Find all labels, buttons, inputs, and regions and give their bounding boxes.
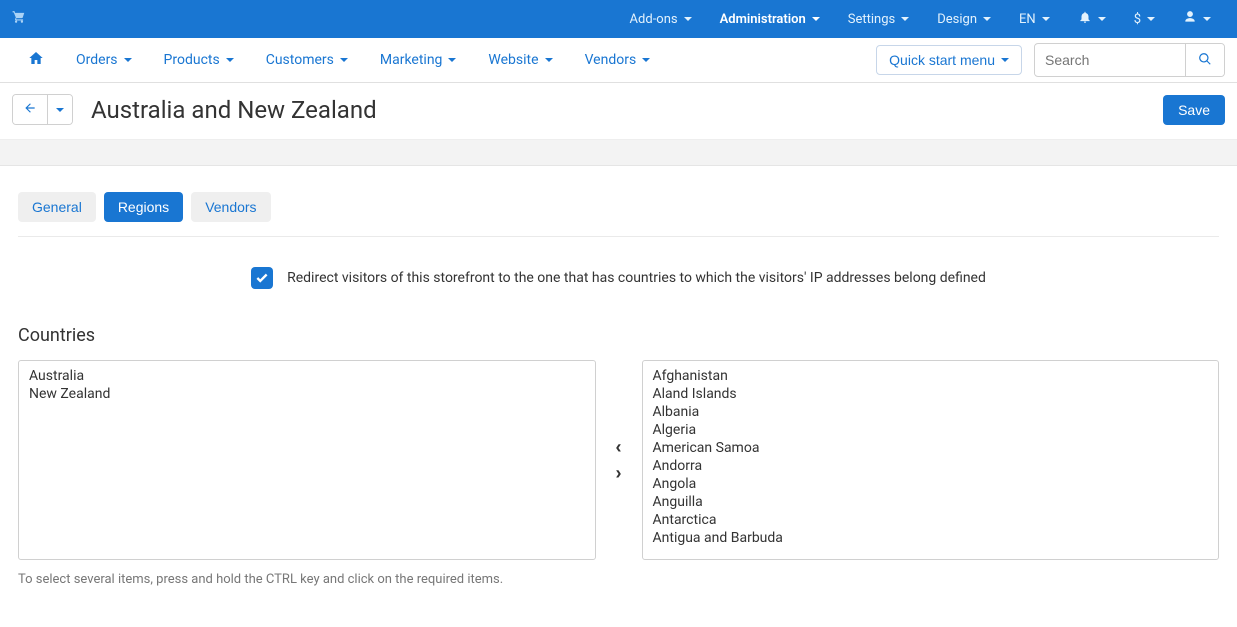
country-option[interactable]: Angola — [651, 475, 1211, 493]
nav-label: Website — [488, 52, 538, 68]
selected-countries-list[interactable]: AustraliaNew Zealand — [18, 360, 596, 560]
nav-customers[interactable]: Customers — [250, 38, 364, 82]
country-option[interactable]: Andorra — [651, 457, 1211, 475]
available-countries-list[interactable]: AfghanistanAland IslandsAlbaniaAlgeriaAm… — [642, 360, 1220, 560]
back-dropdown[interactable] — [47, 95, 72, 124]
redirect-checkbox[interactable] — [251, 267, 273, 289]
divider — [18, 236, 1219, 237]
caret-down-icon — [340, 58, 348, 62]
topbar: Add-ons Administration Settings Design E… — [0, 0, 1237, 38]
main-navbar: Orders Products Customers Marketing Webs… — [0, 38, 1237, 83]
nav-label: Customers — [266, 52, 334, 68]
country-option[interactable]: Albania — [651, 403, 1211, 421]
top-design[interactable]: Design — [923, 0, 1005, 38]
top-settings[interactable]: Settings — [834, 0, 923, 38]
caret-down-icon — [812, 17, 820, 21]
nav-label: Marketing — [380, 52, 443, 68]
nav-home[interactable] — [12, 38, 60, 82]
country-option[interactable]: Australia — [27, 367, 587, 385]
redirect-row: Redirect visitors of this storefront to … — [18, 267, 1219, 289]
nav-label: Vendors — [585, 52, 637, 68]
countries-hint: To select several items, press and hold … — [18, 572, 1219, 587]
top-administration[interactable]: Administration — [706, 0, 834, 38]
redirect-text: Redirect visitors of this storefront to … — [287, 270, 986, 286]
caret-down-icon — [56, 108, 64, 112]
caret-down-icon — [684, 17, 692, 21]
caret-down-icon — [1042, 17, 1050, 21]
countries-section-title: Countries — [18, 325, 1219, 346]
caret-down-icon — [642, 58, 650, 62]
caret-down-icon — [1001, 58, 1009, 62]
country-option[interactable]: Afghanistan — [651, 367, 1211, 385]
content: General Regions Vendors Redirect visitor… — [0, 166, 1237, 627]
title-bar: Australia and New Zealand Save — [0, 83, 1237, 140]
top-label: $ — [1134, 12, 1141, 27]
move-right-button[interactable]: › — [610, 462, 628, 484]
nav-website[interactable]: Website — [472, 38, 568, 82]
caret-down-icon — [901, 17, 909, 21]
home-icon — [28, 50, 44, 70]
search-button[interactable] — [1185, 44, 1224, 76]
bell-icon — [1078, 10, 1092, 28]
caret-down-icon — [448, 58, 456, 62]
topbar-menu: Add-ons Administration Settings Design E… — [616, 0, 1225, 38]
top-label: Add-ons — [630, 12, 678, 27]
search-icon — [1198, 52, 1212, 69]
nav-label: Products — [164, 52, 220, 68]
back-button-group — [12, 94, 73, 125]
cart-icon[interactable] — [12, 10, 26, 28]
countries-dual-list: AustraliaNew Zealand ‹ › AfghanistanAlan… — [18, 360, 1219, 560]
back-button[interactable] — [13, 95, 47, 124]
nav-marketing[interactable]: Marketing — [364, 38, 473, 82]
nav-orders[interactable]: Orders — [60, 38, 148, 82]
nav-label: Orders — [76, 52, 118, 68]
caret-down-icon — [124, 58, 132, 62]
gray-band — [0, 140, 1237, 166]
caret-down-icon — [1147, 17, 1155, 21]
caret-down-icon — [983, 17, 991, 21]
country-option[interactable]: Aland Islands — [651, 385, 1211, 403]
search-input[interactable] — [1035, 45, 1185, 75]
country-option[interactable]: Antarctica — [651, 511, 1211, 529]
country-option[interactable]: American Samoa — [651, 439, 1211, 457]
arrow-left-icon — [23, 101, 37, 118]
top-language[interactable]: EN — [1005, 0, 1064, 38]
top-label: EN — [1019, 12, 1036, 27]
nav-vendors[interactable]: Vendors — [569, 38, 667, 82]
tab-regions[interactable]: Regions — [104, 192, 183, 222]
move-left-button[interactable]: ‹ — [610, 436, 628, 458]
user-icon — [1183, 10, 1197, 28]
top-user[interactable] — [1169, 0, 1225, 38]
tab-vendors[interactable]: Vendors — [191, 192, 270, 222]
quick-start-menu-button[interactable]: Quick start menu — [876, 45, 1022, 75]
caret-down-icon — [1098, 17, 1106, 21]
save-button[interactable]: Save — [1163, 95, 1225, 125]
caret-down-icon — [226, 58, 234, 62]
check-icon — [255, 271, 269, 285]
caret-down-icon — [1203, 17, 1211, 21]
top-currency[interactable]: $ — [1120, 0, 1169, 38]
tabs: General Regions Vendors — [18, 192, 1219, 222]
country-option[interactable]: Algeria — [651, 421, 1211, 439]
top-addons[interactable]: Add-ons — [616, 0, 706, 38]
country-option[interactable]: Anguilla — [651, 493, 1211, 511]
country-option[interactable]: New Zealand — [27, 385, 587, 403]
top-label: Administration — [720, 12, 806, 27]
search-group — [1034, 43, 1225, 77]
tab-general[interactable]: General — [18, 192, 96, 222]
nav-products[interactable]: Products — [148, 38, 250, 82]
quick-start-label: Quick start menu — [889, 52, 995, 68]
dual-list-arrows: ‹ › — [610, 436, 628, 484]
top-notifications[interactable] — [1064, 0, 1120, 38]
top-label: Design — [937, 12, 977, 27]
country-option[interactable]: Antigua and Barbuda — [651, 529, 1211, 547]
caret-down-icon — [545, 58, 553, 62]
page-title: Australia and New Zealand — [91, 96, 377, 124]
top-label: Settings — [848, 12, 895, 27]
